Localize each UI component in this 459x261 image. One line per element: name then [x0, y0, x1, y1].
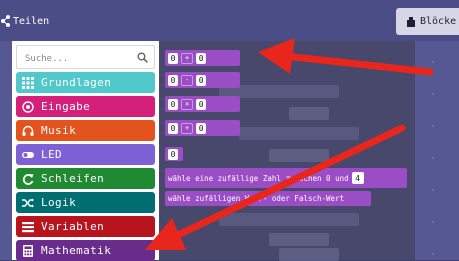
- top-bar: Teilen Blöcke: [0, 0, 459, 41]
- category-eingabe[interactable]: Eingabe: [16, 96, 155, 117]
- grid-dot: [432, 253, 434, 255]
- ghost-block: [239, 127, 359, 140]
- category-grundlagen[interactable]: Grundlagen: [16, 72, 155, 93]
- operator-dropdown[interactable]: +: [181, 52, 194, 64]
- tab-blocks[interactable]: Blöcke: [396, 8, 459, 35]
- random-int-block[interactable]: wähle eine zufällige Zahl zwischen 0 und…: [165, 168, 407, 188]
- grid-dot: [432, 61, 434, 63]
- grid-dot: [432, 157, 434, 159]
- search-input[interactable]: [17, 48, 154, 70]
- number-input[interactable]: 0: [168, 122, 178, 134]
- math-add-block[interactable]: 0 + 0: [165, 50, 240, 66]
- operator-dropdown[interactable]: ×: [181, 98, 194, 110]
- math-subtract-block[interactable]: 0 - 0: [165, 72, 240, 88]
- grid-dot: [432, 221, 434, 223]
- number-input[interactable]: 0: [196, 52, 207, 64]
- grid-dot: [432, 125, 434, 127]
- random-bool-label: wähle zufälligen Wahr- oder Falsch-Wert: [168, 194, 345, 203]
- search-box[interactable]: [16, 45, 155, 70]
- category-mathematik[interactable]: Mathematik: [16, 240, 155, 261]
- number-input[interactable]: 0: [196, 122, 207, 134]
- share-button[interactable]: Teilen: [0, 8, 49, 34]
- category-label: Musik: [41, 124, 77, 137]
- toolbox: Grundlagen Eingabe Musik LED Schleifen: [12, 41, 159, 261]
- number-input[interactable]: 0: [168, 52, 178, 64]
- ghost-block: [279, 248, 339, 261]
- list-icon: [22, 221, 34, 232]
- category-label: Mathematik: [41, 244, 112, 257]
- ghost-block: [269, 149, 329, 162]
- number-input[interactable]: 0: [168, 98, 178, 110]
- share-icon: [1, 15, 10, 27]
- number-input[interactable]: 0: [196, 98, 207, 110]
- share-label: Teilen: [13, 15, 50, 27]
- shuffle-icon: [22, 198, 34, 207]
- ghost-block: [289, 107, 329, 120]
- math-flyout: 0 + 0 0 - 0 0 × 0 0 ÷ 0 0 wähle eine zuf…: [159, 41, 415, 261]
- category-logik[interactable]: Logik: [16, 192, 155, 213]
- random-bool-block[interactable]: wähle zufälligen Wahr- oder Falsch-Wert: [165, 191, 371, 206]
- category-label: Eingabe: [41, 100, 91, 113]
- toggle-icon: [22, 151, 34, 158]
- search-icon[interactable]: [137, 52, 148, 63]
- tab-blocks-label: Blöcke: [420, 16, 457, 27]
- headphones-icon: [22, 125, 34, 136]
- target-icon: [22, 100, 34, 113]
- category-label: Schleifen: [41, 172, 105, 185]
- category-label: Variablen: [41, 220, 105, 233]
- category-variablen[interactable]: Variablen: [16, 216, 155, 237]
- category-label: Grundlagen: [41, 76, 112, 89]
- math-number-block[interactable]: 0: [165, 147, 183, 161]
- math-multiply-block[interactable]: 0 × 0: [165, 96, 240, 112]
- number-input[interactable]: 0: [196, 74, 207, 86]
- operator-dropdown[interactable]: -: [181, 74, 194, 86]
- category-label: Logik: [41, 196, 77, 209]
- number-input[interactable]: 0: [168, 74, 178, 86]
- math-divide-block[interactable]: 0 ÷ 0: [165, 120, 240, 136]
- grid-icon: [22, 76, 34, 89]
- grid-dot: [432, 93, 434, 95]
- ghost-block: [269, 233, 329, 246]
- category-label: LED: [41, 148, 63, 161]
- category-schleifen[interactable]: Schleifen: [16, 168, 155, 189]
- number-input[interactable]: 4: [351, 172, 364, 184]
- grid-dot: [432, 189, 434, 191]
- number-input[interactable]: 0: [168, 148, 178, 160]
- puzzle-icon: [407, 17, 415, 27]
- operator-dropdown[interactable]: ÷: [181, 122, 194, 134]
- category-led[interactable]: LED: [16, 144, 155, 165]
- calculator-icon: [23, 244, 33, 257]
- random-int-label: wähle eine zufällige Zahl zwischen 0 und: [168, 173, 349, 183]
- ghost-block: [219, 213, 359, 226]
- category-musik[interactable]: Musik: [16, 120, 155, 141]
- loop-icon: [22, 173, 34, 185]
